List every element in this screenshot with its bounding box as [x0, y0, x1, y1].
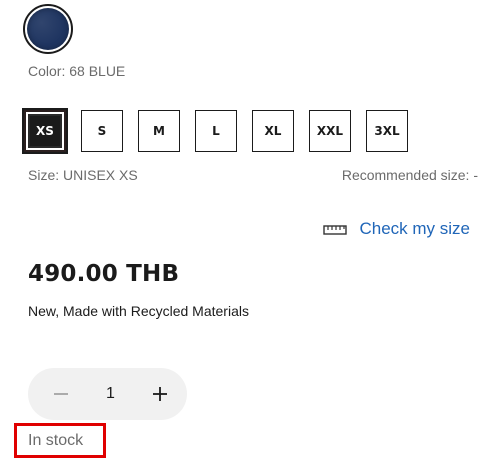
ruler-icon	[323, 223, 348, 235]
size-option-xs[interactable]: XS	[22, 108, 68, 154]
color-swatch-blue[interactable]	[23, 4, 73, 54]
color-swatch-fill	[27, 8, 69, 50]
decrement-button[interactable]	[50, 383, 72, 405]
size-option-m[interactable]: M	[138, 110, 180, 152]
quantity-value[interactable]: 1	[106, 385, 115, 403]
size-option-xl[interactable]: XL	[252, 110, 294, 152]
product-tagline: New, Made with Recycled Materials	[28, 303, 249, 319]
selected-size-label: Size: UNISEX XS	[28, 167, 138, 183]
check-my-size-link[interactable]: Check my size	[323, 219, 470, 239]
product-price: 490.00 THB	[28, 261, 180, 287]
size-option-s[interactable]: S	[81, 110, 123, 152]
stock-status-box: In stock	[14, 423, 106, 458]
quantity-stepper: 1	[28, 368, 187, 420]
size-options: XS S M L XL XXL 3XL	[22, 108, 408, 154]
stock-status: In stock	[28, 431, 84, 449]
minus-icon	[54, 393, 68, 395]
check-my-size-label[interactable]: Check my size	[359, 219, 470, 239]
size-option-xxl[interactable]: XXL	[309, 110, 351, 152]
increment-button[interactable]	[149, 383, 171, 405]
size-option-l[interactable]: L	[195, 110, 237, 152]
size-option-3xl[interactable]: 3XL	[366, 110, 408, 152]
recommended-size-label: Recommended size: -	[341, 167, 478, 183]
plus-icon	[153, 387, 167, 401]
color-label: Color: 68 BLUE	[28, 63, 126, 79]
